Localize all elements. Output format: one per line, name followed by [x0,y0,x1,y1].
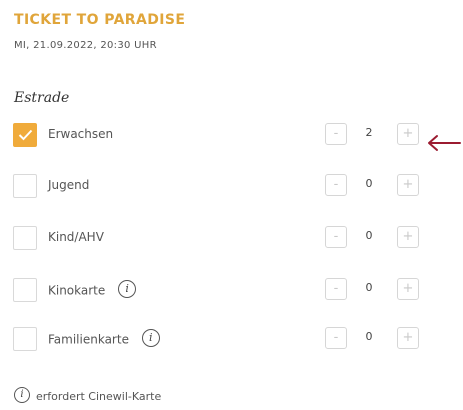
ticket-label: Kind/AHV [48,230,104,244]
ticket-row-familienkarte: Familienkarte i - 0 + [13,327,453,355]
checkbox-jugend[interactable] [13,174,37,198]
ticket-row-jugend: Jugend - 0 + [13,174,453,202]
footnote-text: erfordert Cinewil-Karte [36,390,162,403]
increment-button[interactable]: + [397,174,419,196]
decrement-button[interactable]: - [325,174,347,196]
checkbox-erwachsen[interactable] [13,123,37,147]
ticket-label: Kinokarte [48,283,106,298]
quantity-stepper: - 0 + [311,174,421,200]
increment-button[interactable]: + [397,278,419,300]
footnote: i erfordert Cinewil-Karte [14,387,162,405]
section-label: Estrade [14,90,70,106]
increment-button[interactable]: + [397,327,419,349]
info-icon[interactable]: i [118,280,137,298]
quantity-value: 0 [365,177,373,190]
checkmark-icon [18,129,33,141]
quantity-value: 0 [365,281,373,294]
quantity-stepper: - 0 + [311,226,421,252]
checkbox-kinokarte[interactable] [13,278,37,302]
arrow-left-icon [428,135,461,151]
checkbox-kind-ahv[interactable] [13,226,37,250]
ticket-label-group: Kinokarte i [48,280,137,300]
ticket-row-kinokarte: Kinokarte i - 0 + [13,278,453,306]
quantity-value: 2 [365,126,373,139]
ticket-label: Familienkarte [48,332,129,347]
movie-title: TICKET TO PARADISE [14,12,186,28]
increment-button[interactable]: + [397,123,419,145]
showtime: MI, 21.09.2022, 20:30 UHR [14,40,157,51]
quantity-stepper: - 0 + [311,327,421,353]
decrement-button[interactable]: - [325,123,347,145]
info-icon[interactable]: i [141,329,160,347]
checkbox-familienkarte[interactable] [13,327,37,351]
quantity-stepper: - 2 + [311,123,421,149]
decrement-button[interactable]: - [325,278,347,300]
decrement-button[interactable]: - [325,226,347,248]
decrement-button[interactable]: - [325,327,347,349]
quantity-value: 0 [365,330,373,343]
ticket-label: Erwachsen [48,127,114,141]
quantity-stepper: - 0 + [311,278,421,304]
ticket-row-kind-ahv: Kind/AHV - 0 + [13,226,453,254]
quantity-value: 0 [365,229,373,242]
ticket-label-group: Familienkarte i [48,329,160,349]
ticket-label: Jugend [48,178,90,192]
info-icon: i [14,387,30,403]
ticket-row-erwachsen: Erwachsen - 2 + [13,123,453,151]
increment-button[interactable]: + [397,226,419,248]
